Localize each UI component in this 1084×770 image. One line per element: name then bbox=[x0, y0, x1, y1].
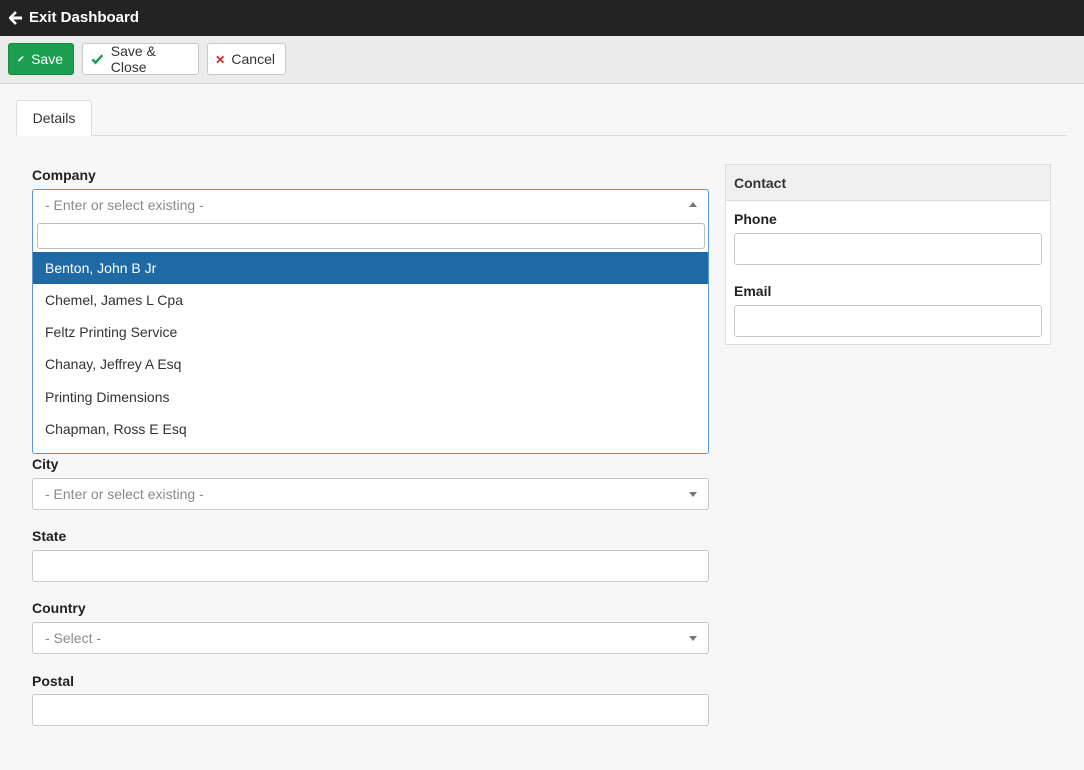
postal-input[interactable] bbox=[32, 694, 709, 726]
company-placeholder: - Enter or select existing - bbox=[45, 197, 204, 213]
company-dropdown: Benton, John B Jr Chemel, James L Cpa Fe… bbox=[32, 219, 709, 454]
exit-dashboard-link[interactable]: Exit Dashboard bbox=[9, 9, 139, 26]
cancel-button[interactable]: Cancel bbox=[207, 43, 286, 75]
country-label: Country bbox=[32, 600, 86, 616]
tab-details[interactable]: Details bbox=[16, 100, 92, 136]
company-label: Company bbox=[32, 167, 96, 183]
email-label: Email bbox=[734, 283, 772, 299]
country-select[interactable]: - Select - bbox=[32, 622, 709, 654]
company-option[interactable]: Benton, John B Jr bbox=[33, 252, 708, 284]
cancel-label: Cancel bbox=[231, 51, 275, 67]
contact-panel: Contact Phone Email bbox=[725, 164, 1051, 345]
save-close-label: Save & Close bbox=[110, 43, 156, 75]
top-bar: Exit Dashboard bbox=[0, 0, 1084, 36]
toolbar: Save Save & Close Cancel bbox=[0, 36, 1084, 84]
company-option[interactable]: Feltz Printing Service bbox=[33, 316, 708, 348]
postal-label: Postal bbox=[32, 673, 75, 689]
caret-down-icon bbox=[689, 636, 697, 641]
state-label: State bbox=[32, 528, 67, 544]
city-placeholder: - Enter or select existing - bbox=[45, 486, 204, 502]
company-select[interactable]: - Enter or select existing - bbox=[32, 189, 709, 220]
phone-label: Phone bbox=[734, 211, 777, 227]
contact-title: Contact bbox=[726, 165, 1050, 201]
company-search-input[interactable] bbox=[37, 223, 705, 249]
save-label: Save bbox=[31, 51, 63, 67]
email-input[interactable] bbox=[734, 305, 1042, 337]
caret-down-icon bbox=[689, 492, 697, 497]
save-button[interactable]: Save bbox=[8, 43, 74, 75]
state-input[interactable] bbox=[32, 550, 709, 582]
phone-input[interactable] bbox=[734, 233, 1042, 265]
tabs-divider bbox=[16, 135, 1067, 136]
city-select[interactable]: - Enter or select existing - bbox=[32, 478, 709, 510]
arrow-left-icon bbox=[9, 10, 22, 25]
caret-up-icon bbox=[689, 202, 697, 207]
company-option[interactable]: Printing Dimensions bbox=[33, 381, 708, 413]
check-icon bbox=[91, 54, 104, 65]
pencil-icon bbox=[18, 55, 24, 62]
country-placeholder: - Select - bbox=[45, 630, 102, 646]
city-label: City bbox=[32, 456, 59, 472]
x-icon bbox=[216, 55, 225, 63]
company-option[interactable]: Chapman, Ross E Esq bbox=[33, 413, 708, 445]
save-close-button[interactable]: Save & Close bbox=[82, 43, 199, 75]
company-option[interactable]: Chanay, Jeffrey A Esq bbox=[33, 348, 708, 380]
company-option[interactable]: Chemel, James L Cpa bbox=[33, 284, 708, 316]
exit-dashboard-label: Exit Dashboard bbox=[29, 9, 140, 26]
